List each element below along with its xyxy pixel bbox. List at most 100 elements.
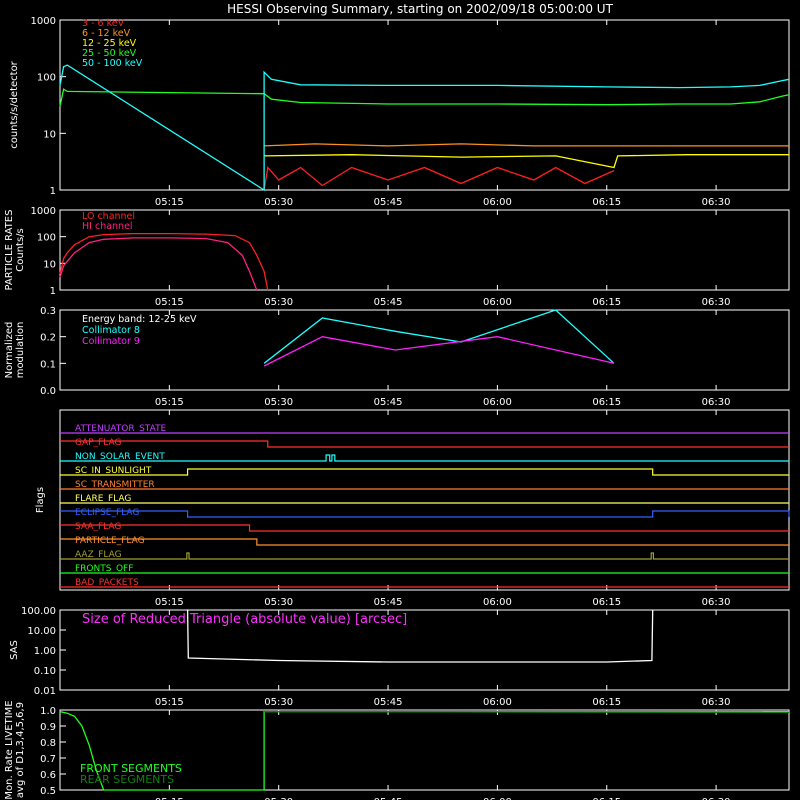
series-line-counts-1 [264, 143, 789, 147]
flag-line-2 [60, 454, 789, 462]
panel-frame [59, 209, 790, 291]
y-tick-label: 1 [50, 286, 56, 297]
y-tick-label: 100 [37, 233, 56, 244]
x-tick-label: 06:00 [483, 397, 512, 408]
series-line-livetime-1 [264, 710, 790, 714]
x-tick-label: 06:30 [702, 697, 731, 708]
observing-summary-figure: HESSI Observing Summary, starting on 200… [4, 2, 790, 800]
x-tick-label: 05:15 [155, 397, 184, 408]
y-axis-label-2: modulation [15, 322, 26, 379]
legend-entry: HI channel [82, 221, 133, 232]
flag-line-3 [60, 468, 789, 476]
series-line-modulation-0 [263, 309, 615, 364]
y-tick-label: 1000 [31, 206, 56, 217]
series-line-particle-1 [59, 237, 258, 291]
x-tick-label: 05:30 [264, 197, 293, 208]
series-line-modulation-1 [263, 336, 615, 367]
flag-line-9 [60, 552, 789, 560]
panel-sas: 05:15 05:30 05:45 06:00 06:15 06:30 0.01 0.10 1.… [9, 606, 790, 708]
y-tick-label: 1.00 [34, 646, 56, 657]
sas-note: Size of Reduced Triangle (absolute value… [82, 612, 407, 627]
panels: 05:15 05:30 05:45 06:00 06:15 06:301101001000… [4, 16, 790, 800]
y-axis-label-2: Counts/s [15, 228, 26, 272]
y-tick-label: 1 [50, 186, 56, 197]
legend-entry: Collimator 9 [82, 336, 140, 347]
panel-flags: 05:15 05:30 05:45 06:00 06:15 06:30 ATTENUATOR… [35, 409, 790, 608]
y-tick-label: 10.00 [27, 626, 56, 637]
y-tick-label: 0.3 [40, 306, 56, 317]
x-tick-label: 06:30 [702, 397, 731, 408]
panel-counts: 05:15 05:30 05:45 06:00 06:15 06:30 1 10 100 1000… [9, 16, 790, 208]
flag-label: NON_SOLAR_EVENT [75, 452, 165, 462]
x-tick-label: 06:15 [592, 697, 621, 708]
x-tick-label: 06:15 [592, 597, 621, 608]
legend-entry: Collimator 8 [82, 325, 140, 336]
flag-label: FRONTS_OFF [75, 564, 133, 574]
y-tick-label: 0.01 [34, 686, 56, 697]
flag-label: AAZ_FLAG [75, 550, 122, 560]
x-tick-label: 06:30 [702, 297, 731, 308]
y-tick-label: 10 [43, 129, 56, 140]
series-line-counts-0 [263, 166, 615, 191]
y-tick-label: 10 [43, 259, 56, 270]
y-tick-label: 100 [37, 73, 56, 84]
x-tick-label: 05:30 [264, 697, 293, 708]
x-tick-label: 05:15 [155, 597, 184, 608]
flag-label: FLARE_FLAG [75, 494, 131, 504]
y-tick-label: 0.7 [40, 754, 56, 765]
panel-frame [59, 409, 790, 591]
y-tick-label: 0.9 [40, 722, 56, 733]
series-line-counts-3 [59, 88, 790, 107]
y-axis-label: SAS [9, 640, 20, 660]
y-tick-label: 0.5 [40, 786, 56, 797]
flag-label: ATTENUATOR_STATE [75, 424, 167, 434]
x-tick-label: 06:00 [483, 297, 512, 308]
y-axis-label: Mon. Rate LIVETIME [4, 700, 15, 799]
y-tick-label: 1000 [31, 16, 56, 27]
x-tick-label: 05:45 [374, 697, 403, 708]
x-tick-label: 05:30 [264, 297, 293, 308]
x-tick-label: 06:15 [592, 197, 621, 208]
x-tick-label: 05:45 [374, 397, 403, 408]
flag-line-6 [60, 510, 790, 518]
y-axis-label: Normalized [4, 322, 15, 379]
y-axis-label-2: avg of D1,3,4,5,6,9 [15, 702, 26, 798]
y-tick-label: 0.1 [40, 359, 56, 370]
flag-line-1 [60, 440, 789, 448]
x-tick-label: 06:15 [592, 297, 621, 308]
energy-band-note: Energy band: 12-25 keV [82, 314, 197, 325]
flag-label: GAP_FLAG [75, 438, 121, 448]
y-axis-label: counts/s/detector [9, 60, 20, 148]
y-tick-label: 0.6 [40, 770, 56, 781]
flag-label: SC_TRANSMITTER [75, 480, 155, 490]
flag-label: PARTICLE_FLAG [75, 536, 145, 546]
x-tick-label: 05:30 [264, 597, 293, 608]
x-tick-label: 06:00 [483, 197, 512, 208]
x-tick-label: 05:15 [155, 697, 184, 708]
x-tick-label: 06:30 [702, 197, 731, 208]
flag-line-8 [60, 538, 789, 546]
y-tick-label: 0.2 [40, 333, 56, 344]
y-tick-label: 1.0 [40, 706, 56, 717]
x-tick-label: 06:15 [592, 397, 621, 408]
x-tick-label: 06:00 [483, 697, 512, 708]
panel-livetime: 05:15 05:30 05:45 06:00 06:15 06:30 0.5 0.6 0.7 0… [4, 700, 790, 800]
y-tick-label: 0.0 [40, 386, 56, 397]
figure-title: HESSI Observing Summary, starting on 200… [227, 2, 613, 16]
flag-line-7 [60, 524, 789, 532]
flag-label: ECLIPSE_FLAG [75, 508, 139, 518]
y-axis-label: PARTICLE RATES [4, 210, 15, 291]
flag-label: SAA_FLAG [75, 522, 121, 532]
flag-label: SC_IN_SUNLIGHT [75, 466, 152, 476]
y-axis-label: Flags [35, 487, 46, 513]
legend-entry: REAR SEGMENTS [80, 773, 174, 786]
series-line-counts-4 [59, 64, 790, 192]
series-line-counts-2 [264, 154, 789, 169]
x-tick-label: 05:30 [264, 397, 293, 408]
y-tick-label: 0.10 [34, 666, 56, 677]
y-tick-label: 0.8 [40, 738, 56, 749]
x-tick-label: 05:15 [155, 197, 184, 208]
x-tick-label: 06:00 [483, 597, 512, 608]
legend-entry: 50 - 100 keV [82, 58, 143, 69]
panel-modulation: 05:15 05:30 05:45 06:00 06:15 06:30 0.0 0.1 0.2 0… [4, 306, 790, 408]
